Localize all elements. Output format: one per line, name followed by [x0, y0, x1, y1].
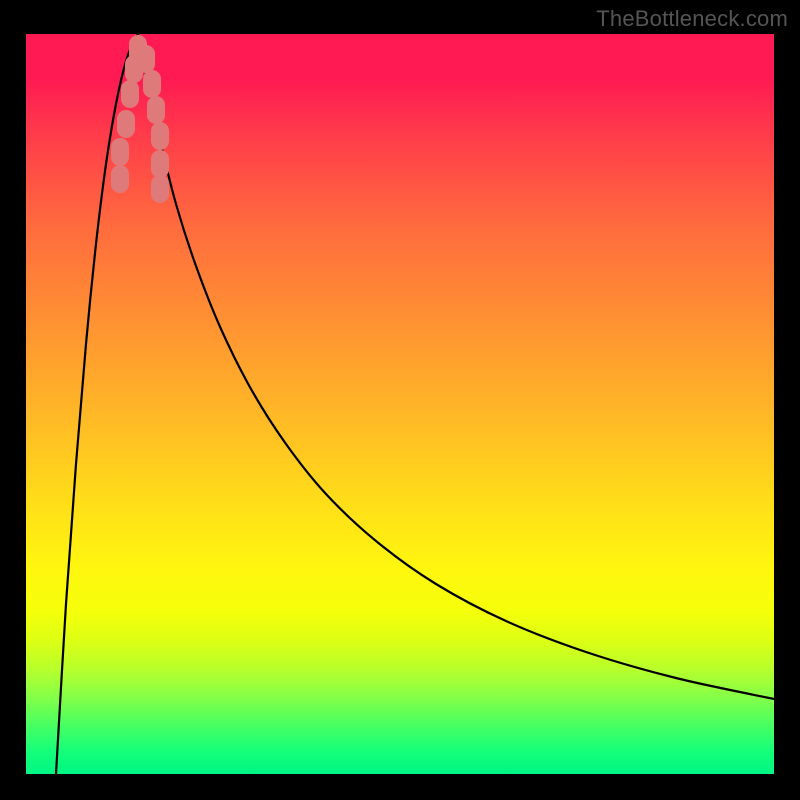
watermark-text: TheBottleneck.com — [596, 6, 788, 32]
data-marker — [147, 96, 165, 124]
data-marker — [117, 110, 135, 138]
chart-frame: TheBottleneck.com — [0, 0, 800, 800]
data-marker — [151, 175, 169, 203]
data-marker — [111, 138, 129, 166]
plot-area — [26, 34, 774, 774]
data-marker — [143, 70, 161, 98]
marker-layer — [26, 34, 774, 774]
data-marker — [137, 45, 155, 73]
data-marker — [111, 165, 129, 193]
data-marker — [121, 80, 139, 108]
data-marker — [151, 122, 169, 150]
data-marker — [151, 150, 169, 178]
